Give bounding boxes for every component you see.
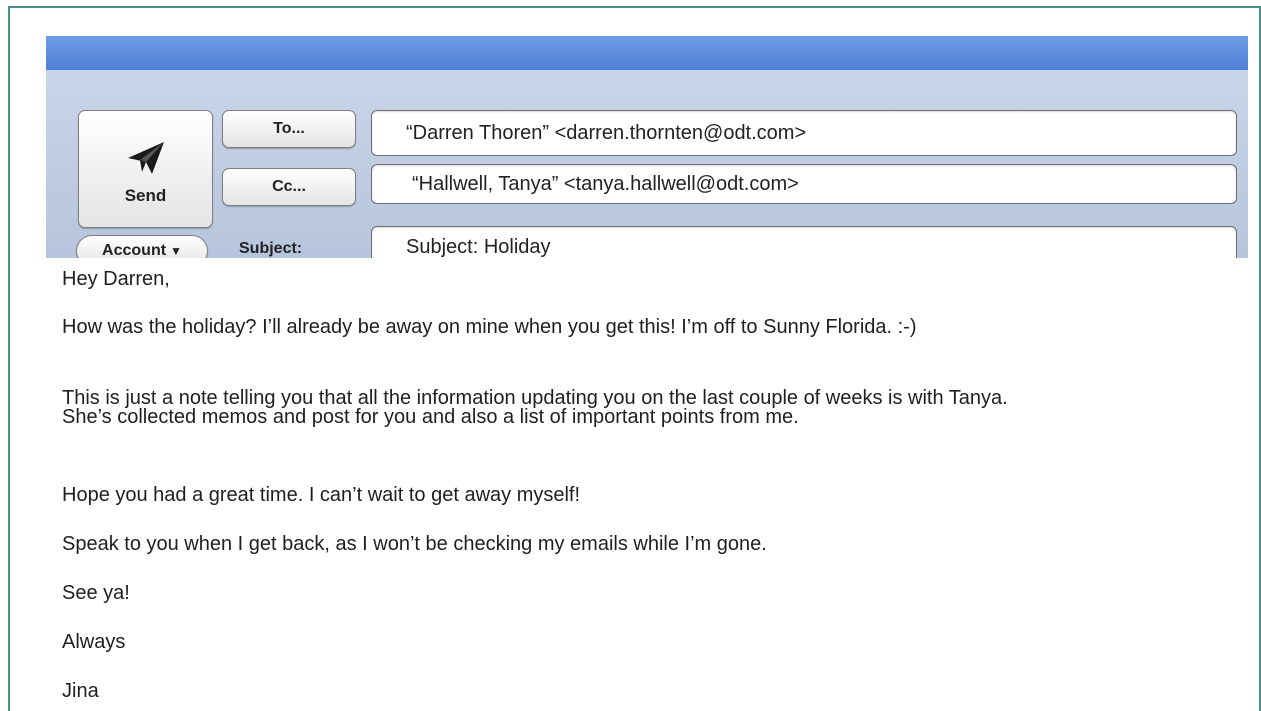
paper-plane-icon: [127, 142, 164, 174]
subject-field-value: Subject: Holiday: [406, 235, 551, 258]
window-titlebar: [46, 36, 1248, 70]
caret-down-icon: ▼: [170, 244, 182, 258]
email-compose-window: Send To... Cc... Account ▼ Subject: “Dar…: [46, 36, 1248, 258]
message-paragraph-4: Speak to you when I get back, as I won’t…: [62, 533, 767, 555]
cc-field-value: “Hallwell, Tanya” <tanya.hallwell@odt.co…: [412, 172, 799, 195]
page-frame: Send To... Cc... Account ▼ Subject: “Dar…: [8, 6, 1261, 711]
subject-field[interactable]: Subject: Holiday: [371, 226, 1237, 258]
cc-field[interactable]: “Hallwell, Tanya” <tanya.hallwell@odt.co…: [371, 164, 1237, 204]
compose-header: Send To... Cc... Account ▼ Subject: “Dar…: [46, 70, 1248, 258]
account-label: Account: [102, 242, 167, 258]
greeting: Hey Darren,: [62, 268, 170, 290]
cc-button[interactable]: Cc...: [222, 168, 356, 206]
subject-label: Subject:: [239, 240, 303, 257]
message-paragraph-2: This is just a note telling you that all…: [62, 387, 1008, 428]
message-paragraph-5: See ya!: [62, 582, 130, 604]
to-field[interactable]: “Darren Thoren” <darren.thornten@odt.com…: [371, 110, 1237, 156]
to-button[interactable]: To...: [222, 110, 356, 148]
signature: Jina: [62, 680, 99, 702]
message-paragraph-3: Hope you had a great time. I can’t wait …: [62, 484, 581, 506]
send-button[interactable]: Send: [78, 110, 213, 228]
send-label: Send: [124, 186, 167, 205]
message-paragraph-1: How was the holiday? I’ll already be awa…: [62, 316, 917, 338]
account-dropdown[interactable]: Account ▼: [76, 235, 208, 258]
to-field-value: “Darren Thoren” <darren.thornten@odt.com…: [406, 121, 807, 144]
message-paragraph-6: Always: [62, 631, 126, 653]
